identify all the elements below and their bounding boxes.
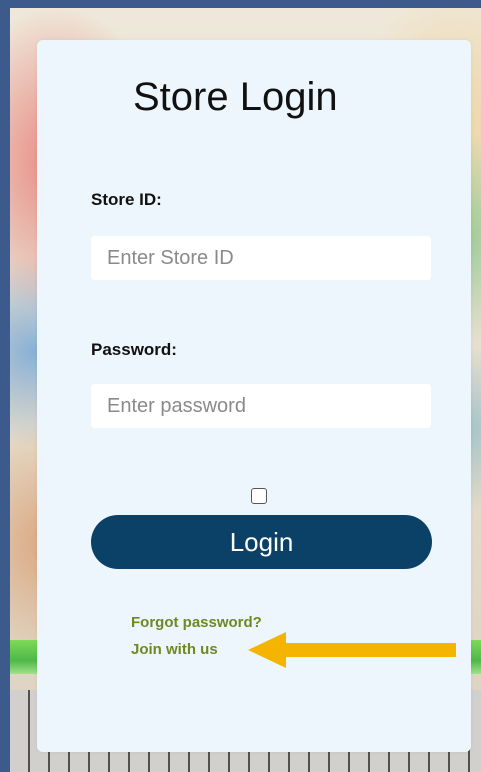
store-id-label: Store ID: <box>91 190 162 209</box>
password-input[interactable] <box>91 384 431 428</box>
store-id-input[interactable] <box>91 236 431 280</box>
page-title: Store Login <box>133 75 338 119</box>
join-with-us-link[interactable]: Join with us <box>131 641 218 658</box>
left-arrow-icon <box>248 632 456 668</box>
password-label: Password: <box>91 340 177 359</box>
remember-checkbox[interactable] <box>251 488 267 504</box>
login-button[interactable]: Login <box>91 515 432 569</box>
forgot-password-link[interactable]: Forgot password? <box>131 614 262 631</box>
